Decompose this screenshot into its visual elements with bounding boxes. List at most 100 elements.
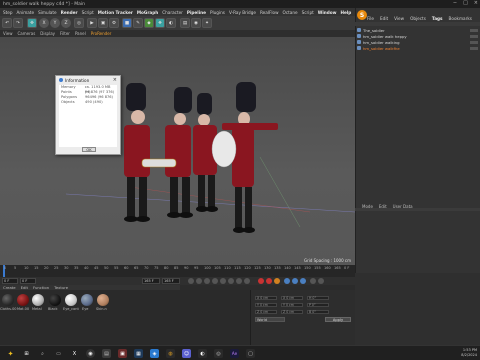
menu-item[interactable]: Simulate (38, 10, 57, 15)
end-frame-field[interactable]: 165 F (142, 278, 160, 284)
om-menu-bookmarks[interactable]: Bookmarks (449, 16, 472, 21)
prev-frame-icon[interactable] (204, 278, 210, 284)
render-settings-icon[interactable]: ⚙ (109, 18, 119, 28)
menu-item[interactable]: Animate (17, 10, 35, 15)
rotation-key-icon[interactable] (300, 278, 306, 284)
om-menu-objects[interactable]: Objects (410, 16, 426, 21)
rotation-b-field[interactable]: B 0° (307, 310, 329, 314)
menu-item[interactable]: Pipeline (187, 10, 206, 15)
prev-key-icon[interactable] (196, 278, 202, 284)
size-x-field[interactable]: X 0 cm (281, 296, 303, 300)
record-icon[interactable] (258, 278, 264, 284)
viewport-menu-filter[interactable]: Filter (60, 31, 70, 36)
after-effects-icon[interactable]: Ae (230, 349, 239, 358)
rotation-p-field[interactable]: P 0° (307, 303, 329, 307)
app-icon[interactable]: ◐ (198, 349, 207, 358)
start-icon[interactable]: ⊞ (22, 349, 31, 358)
array-icon[interactable]: ❖ (155, 18, 165, 28)
camera-icon[interactable]: ◉ (191, 18, 201, 28)
render-icon[interactable]: ▶ (87, 18, 97, 28)
scene-icon[interactable]: ▤ (180, 18, 190, 28)
x-app-icon[interactable]: X (70, 349, 79, 358)
go-to-end-icon[interactable] (236, 278, 242, 284)
cube-icon[interactable]: ■ (122, 18, 132, 28)
system-clock[interactable]: 1:53 PM 8/2/2024 (461, 348, 477, 358)
redo-icon[interactable]: ↷ (13, 18, 23, 28)
move-icon[interactable]: ✥ (27, 18, 37, 28)
menu-item[interactable]: Render (61, 10, 78, 15)
timeline-ruler[interactable]: 0 5 10 15 20 25 30 35 40 45 50 55 60 65 … (0, 265, 355, 277)
world-icon[interactable]: ◎ (74, 18, 84, 28)
app-icon[interactable]: ◎ (214, 349, 223, 358)
material-swatch[interactable] (2, 294, 14, 306)
keyframe-selection-icon[interactable] (274, 278, 280, 284)
menu-item[interactable]: Window (318, 10, 337, 15)
menu-item[interactable]: V-Ray Bridge (229, 10, 256, 15)
menu-item[interactable]: Script (82, 10, 94, 15)
play-icon[interactable] (212, 278, 218, 284)
loop-icon[interactable] (244, 278, 250, 284)
scale-key-icon[interactable] (292, 278, 298, 284)
chrome-icon[interactable]: ◍ (166, 349, 175, 358)
om-menu-view[interactable]: View (394, 16, 404, 21)
start-frame-field[interactable]: 0 F (20, 278, 36, 284)
next-key-icon[interactable] (228, 278, 234, 284)
size-y-field[interactable]: Y 0 cm (281, 303, 303, 307)
menu-item[interactable]: Help (341, 10, 352, 15)
light-icon[interactable]: ✦ (202, 18, 212, 28)
menu-item[interactable]: Character (162, 10, 183, 15)
material-swatch[interactable] (81, 294, 93, 306)
object-row[interactable]: hm_soldier walkfhe (357, 45, 478, 51)
position-key-icon[interactable] (284, 278, 290, 284)
pen-icon[interactable]: ✎ (133, 18, 143, 28)
folder-icon[interactable]: ▤ (102, 349, 111, 358)
visibility-toggle[interactable] (470, 40, 478, 44)
viewport-menu-cameras[interactable]: Cameras (18, 31, 36, 36)
apply-button[interactable]: Apply (325, 317, 351, 322)
viewport-menu-prorender[interactable]: ProRender (91, 31, 112, 36)
om-menu-edit[interactable]: Edit (380, 16, 388, 21)
current-frame-field[interactable]: 0 F (2, 278, 18, 284)
material-swatch[interactable] (97, 294, 109, 306)
viewport-menu-display[interactable]: Display (40, 31, 55, 36)
next-frame-icon[interactable] (220, 278, 226, 284)
minimize-button[interactable]: − (453, 0, 457, 6)
menu-item[interactable]: Motion Tracker (98, 10, 133, 15)
material-swatch[interactable] (65, 294, 77, 306)
render-view-icon[interactable]: ▣ (98, 18, 108, 28)
material-swatch[interactable] (17, 294, 29, 306)
visibility-toggle[interactable] (470, 46, 478, 50)
visibility-toggle[interactable] (470, 28, 478, 32)
discord-icon[interactable]: ☺ (182, 349, 191, 358)
visibility-toggle[interactable] (470, 34, 478, 38)
param-key-icon[interactable] (310, 278, 316, 284)
task-view-icon[interactable]: ▭ (54, 349, 63, 358)
maximize-button[interactable]: □ (463, 0, 468, 6)
rotation-h-field[interactable]: H 0° (307, 296, 329, 300)
ok-button[interactable]: OK (82, 147, 96, 152)
3d-viewport[interactable]: Grid Spacing : 1000 cm (0, 37, 355, 265)
close-button[interactable]: × (474, 0, 478, 6)
y-axis-button[interactable]: Y (50, 18, 60, 28)
cinema4d-icon[interactable]: ◉ (86, 349, 95, 358)
size-z-field[interactable]: Z 0 cm (281, 310, 303, 314)
app-icon[interactable]: ▣ (118, 349, 127, 358)
material-swatch[interactable] (49, 294, 61, 306)
widgets-icon[interactable]: ✦ (6, 349, 15, 358)
menu-item[interactable]: Plugins (210, 10, 225, 15)
subdivide-icon[interactable]: ◆ (144, 18, 154, 28)
position-x-field[interactable]: X 0 cm (255, 296, 277, 300)
om-menu-file[interactable]: File (367, 16, 374, 21)
pla-key-icon[interactable] (318, 278, 324, 284)
go-to-start-icon[interactable] (188, 278, 194, 284)
end-frame-field-2[interactable]: 165 F (162, 278, 180, 284)
search-icon[interactable]: ⌕ (38, 349, 47, 358)
undo-icon[interactable]: ↶ (2, 18, 12, 28)
menu-item[interactable]: Script (302, 10, 314, 15)
menu-item[interactable]: Step (3, 10, 13, 15)
viewport-menu-view[interactable]: View (3, 31, 13, 36)
explorer-icon[interactable]: ▦ (134, 349, 143, 358)
position-y-field[interactable]: Y 0 cm (255, 303, 277, 307)
om-menu-tags[interactable]: Tags (432, 16, 443, 21)
vscode-icon[interactable]: ◈ (150, 349, 159, 358)
